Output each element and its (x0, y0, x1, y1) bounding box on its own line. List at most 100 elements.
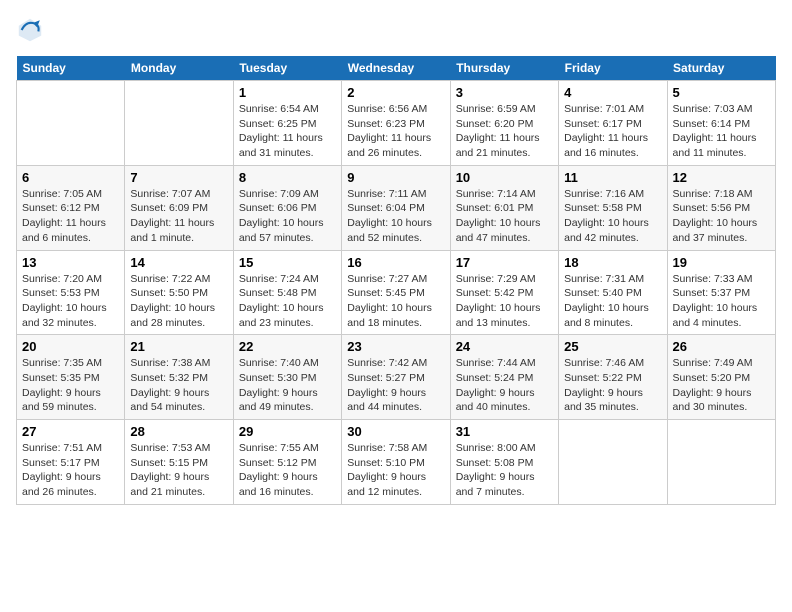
day-info: Sunrise: 7:14 AM Sunset: 6:01 PM Dayligh… (456, 187, 553, 246)
day-info: Sunrise: 7:33 AM Sunset: 5:37 PM Dayligh… (673, 272, 770, 331)
day-number: 5 (673, 85, 770, 100)
logo (16, 16, 48, 44)
day-info: Sunrise: 7:03 AM Sunset: 6:14 PM Dayligh… (673, 102, 770, 161)
day-info: Sunrise: 7:35 AM Sunset: 5:35 PM Dayligh… (22, 356, 119, 415)
day-cell: 24 Sunrise: 7:44 AM Sunset: 5:24 PM Dayli… (450, 335, 558, 420)
day-cell (125, 81, 233, 166)
day-cell: 3 Sunrise: 6:59 AM Sunset: 6:20 PM Daylig… (450, 81, 558, 166)
day-number: 16 (347, 255, 444, 270)
day-number: 6 (22, 170, 119, 185)
day-number: 12 (673, 170, 770, 185)
day-info: Sunrise: 7:44 AM Sunset: 5:24 PM Dayligh… (456, 356, 553, 415)
day-info: Sunrise: 7:38 AM Sunset: 5:32 PM Dayligh… (130, 356, 227, 415)
day-info: Sunrise: 7:05 AM Sunset: 6:12 PM Dayligh… (22, 187, 119, 246)
weekday-sunday: Sunday (17, 56, 125, 81)
day-cell: 25 Sunrise: 7:46 AM Sunset: 5:22 PM Dayli… (559, 335, 667, 420)
day-number: 17 (456, 255, 553, 270)
day-info: Sunrise: 7:07 AM Sunset: 6:09 PM Dayligh… (130, 187, 227, 246)
day-info: Sunrise: 6:56 AM Sunset: 6:23 PM Dayligh… (347, 102, 444, 161)
day-number: 8 (239, 170, 336, 185)
day-cell: 14Sunrise: 7:22 AM Sunset: 5:50 PM Dayli… (125, 250, 233, 335)
day-cell (17, 81, 125, 166)
day-number: 10 (456, 170, 553, 185)
week-row-1: 1 Sunrise: 6:54 AM Sunset: 6:25 PM Daylig… (17, 81, 776, 166)
day-cell: 20 Sunrise: 7:35 AM Sunset: 5:35 PM Dayli… (17, 335, 125, 420)
day-number: 22 (239, 339, 336, 354)
day-number: 13 (22, 255, 119, 270)
day-number: 14 (130, 255, 227, 270)
weekday-thursday: Thursday (450, 56, 558, 81)
day-number: 1 (239, 85, 336, 100)
day-info: Sunrise: 7:20 AM Sunset: 5:53 PM Dayligh… (22, 272, 119, 331)
day-info: Sunrise: 8:00 AM Sunset: 5:08 PM Dayligh… (456, 441, 553, 500)
day-number: 24 (456, 339, 553, 354)
day-info: Sunrise: 7:27 AM Sunset: 5:45 PM Dayligh… (347, 272, 444, 331)
weekday-wednesday: Wednesday (342, 56, 450, 81)
day-cell: 2 Sunrise: 6:56 AM Sunset: 6:23 PM Daylig… (342, 81, 450, 166)
day-cell (667, 420, 775, 505)
week-row-5: 27 Sunrise: 7:51 AM Sunset: 5:17 PM Dayli… (17, 420, 776, 505)
day-cell: 6 Sunrise: 7:05 AM Sunset: 6:12 PM Daylig… (17, 165, 125, 250)
day-cell: 7 Sunrise: 7:07 AM Sunset: 6:09 PM Daylig… (125, 165, 233, 250)
weekday-monday: Monday (125, 56, 233, 81)
day-info: Sunrise: 6:59 AM Sunset: 6:20 PM Dayligh… (456, 102, 553, 161)
day-number: 9 (347, 170, 444, 185)
day-info: Sunrise: 7:24 AM Sunset: 5:48 PM Dayligh… (239, 272, 336, 331)
day-cell: 13 Sunrise: 7:20 AM Sunset: 5:53 PM Dayli… (17, 250, 125, 335)
calendar-table: SundayMondayTuesdayWednesdayThursdayFrid… (16, 56, 776, 505)
day-number: 29 (239, 424, 336, 439)
day-cell: 12 Sunrise: 7:18 AM Sunset: 5:56 PM Dayli… (667, 165, 775, 250)
day-info: Sunrise: 6:54 AM Sunset: 6:25 PM Dayligh… (239, 102, 336, 161)
day-number: 27 (22, 424, 119, 439)
day-info: Sunrise: 7:51 AM Sunset: 5:17 PM Dayligh… (22, 441, 119, 500)
day-cell: 22 Sunrise: 7:40 AM Sunset: 5:30 PM Dayli… (233, 335, 341, 420)
day-cell: 1 Sunrise: 6:54 AM Sunset: 6:25 PM Daylig… (233, 81, 341, 166)
day-cell: 29 Sunrise: 7:55 AM Sunset: 5:12 PM Dayli… (233, 420, 341, 505)
day-cell (559, 420, 667, 505)
logo-icon (16, 16, 44, 44)
day-number: 2 (347, 85, 444, 100)
day-cell: 18Sunrise: 7:31 AM Sunset: 5:40 PM Dayli… (559, 250, 667, 335)
day-info: Sunrise: 7:49 AM Sunset: 5:20 PM Dayligh… (673, 356, 770, 415)
day-cell: 19 Sunrise: 7:33 AM Sunset: 5:37 PM Dayli… (667, 250, 775, 335)
day-cell: 15 Sunrise: 7:24 AM Sunset: 5:48 PM Dayli… (233, 250, 341, 335)
day-number: 11 (564, 170, 661, 185)
day-number: 20 (22, 339, 119, 354)
day-cell: 28 Sunrise: 7:53 AM Sunset: 5:15 PM Dayli… (125, 420, 233, 505)
day-cell: 27 Sunrise: 7:51 AM Sunset: 5:17 PM Dayli… (17, 420, 125, 505)
day-number: 3 (456, 85, 553, 100)
day-info: Sunrise: 7:42 AM Sunset: 5:27 PM Dayligh… (347, 356, 444, 415)
day-number: 7 (130, 170, 227, 185)
day-info: Sunrise: 7:18 AM Sunset: 5:56 PM Dayligh… (673, 187, 770, 246)
day-info: Sunrise: 7:46 AM Sunset: 5:22 PM Dayligh… (564, 356, 661, 415)
day-number: 25 (564, 339, 661, 354)
day-info: Sunrise: 7:09 AM Sunset: 6:06 PM Dayligh… (239, 187, 336, 246)
day-number: 15 (239, 255, 336, 270)
day-number: 4 (564, 85, 661, 100)
day-number: 28 (130, 424, 227, 439)
day-cell: 31Sunrise: 8:00 AM Sunset: 5:08 PM Dayli… (450, 420, 558, 505)
week-row-4: 20 Sunrise: 7:35 AM Sunset: 5:35 PM Dayli… (17, 335, 776, 420)
day-number: 19 (673, 255, 770, 270)
header (16, 16, 776, 44)
day-number: 30 (347, 424, 444, 439)
day-cell: 4 Sunrise: 7:01 AM Sunset: 6:17 PM Daylig… (559, 81, 667, 166)
weekday-saturday: Saturday (667, 56, 775, 81)
day-info: Sunrise: 7:40 AM Sunset: 5:30 PM Dayligh… (239, 356, 336, 415)
day-info: Sunrise: 7:53 AM Sunset: 5:15 PM Dayligh… (130, 441, 227, 500)
day-cell: 9 Sunrise: 7:11 AM Sunset: 6:04 PM Daylig… (342, 165, 450, 250)
day-cell: 21 Sunrise: 7:38 AM Sunset: 5:32 PM Dayli… (125, 335, 233, 420)
day-info: Sunrise: 7:58 AM Sunset: 5:10 PM Dayligh… (347, 441, 444, 500)
day-info: Sunrise: 7:11 AM Sunset: 6:04 PM Dayligh… (347, 187, 444, 246)
day-number: 21 (130, 339, 227, 354)
calendar-container: SundayMondayTuesdayWednesdayThursdayFrid… (0, 0, 792, 612)
day-cell: 17Sunrise: 7:29 AM Sunset: 5:42 PM Dayli… (450, 250, 558, 335)
day-number: 18 (564, 255, 661, 270)
week-row-3: 13 Sunrise: 7:20 AM Sunset: 5:53 PM Dayli… (17, 250, 776, 335)
day-info: Sunrise: 7:01 AM Sunset: 6:17 PM Dayligh… (564, 102, 661, 161)
day-cell: 16 Sunrise: 7:27 AM Sunset: 5:45 PM Dayli… (342, 250, 450, 335)
weekday-friday: Friday (559, 56, 667, 81)
day-info: Sunrise: 7:55 AM Sunset: 5:12 PM Dayligh… (239, 441, 336, 500)
day-cell: 10 Sunrise: 7:14 AM Sunset: 6:01 PM Dayli… (450, 165, 558, 250)
day-number: 26 (673, 339, 770, 354)
